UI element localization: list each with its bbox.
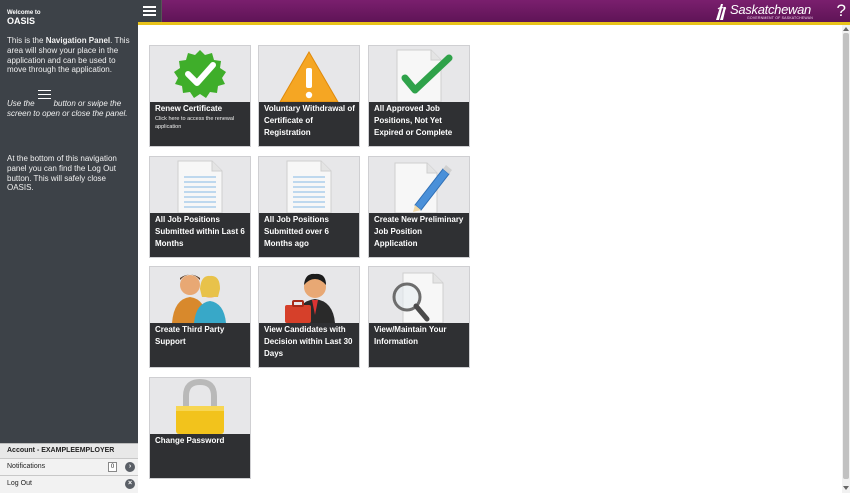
notifications-label: Notifications <box>7 463 46 470</box>
scroll-up-icon[interactable] <box>843 27 849 31</box>
checkmark-badge-icon <box>174 50 226 98</box>
brand-name: Saskatchewan <box>730 2 811 17</box>
tile-label: Create Third Party Support <box>150 323 250 367</box>
nav-help-paragraph-1: This is the Navigation Panel. This area … <box>7 36 130 75</box>
chevron-right-icon[interactable]: › <box>125 462 135 472</box>
tile-label: All Approved Job Positions, Not Yet Expi… <box>369 102 469 146</box>
tile-approved-positions[interactable]: All Approved Job Positions, Not Yet Expi… <box>368 45 470 147</box>
tile-voluntary-withdrawal[interactable]: Voluntary Withdrawal of Certificate of R… <box>258 45 360 147</box>
nav-help-paragraph-3: At the bottom of this navigation panel y… <box>7 154 117 193</box>
padlock-icon <box>176 378 224 434</box>
tile-label: Renew Certificate Click here to access t… <box>150 102 250 146</box>
notifications-row[interactable]: Notifications 0 › <box>0 458 138 475</box>
tile-label: Change Password <box>150 434 250 478</box>
tile-label: View Candidates with Decision within Las… <box>259 323 359 367</box>
document-icon <box>177 160 223 213</box>
brand-subtitle: GOVERNMENT OF SASKATCHEWAN <box>747 16 814 20</box>
logout-row[interactable]: Log Out × <box>0 475 138 493</box>
hamburger-icon <box>37 90 51 99</box>
logout-label: Log Out <box>7 480 32 487</box>
document-check-icon <box>396 49 453 102</box>
nav-help-paragraph-2: Use the button or swipe the screen to ope… <box>7 90 133 119</box>
tile-label: Create New Preliminary Job Position Appl… <box>369 213 469 257</box>
scroll-thumb[interactable] <box>843 33 849 479</box>
tile-view-maintain-information[interactable]: View/Maintain Your Information <box>368 266 470 368</box>
person-briefcase-icon <box>285 273 335 323</box>
tile-view-candidates[interactable]: View Candidates with Decision within Las… <box>258 266 360 368</box>
navigation-panel: Welcome to OASIS This is the Navigation … <box>0 0 138 493</box>
document-icon <box>286 160 332 213</box>
notifications-count-badge: 0 <box>108 462 117 472</box>
tile-positions-over-6-months[interactable]: All Job Positions Submitted over 6 Month… <box>258 156 360 258</box>
warning-icon <box>279 51 339 102</box>
close-icon[interactable]: × <box>125 479 135 489</box>
scroll-down-icon[interactable] <box>843 486 849 490</box>
tile-create-preliminary-application[interactable]: Create New Preliminary Job Position Appl… <box>368 156 470 258</box>
help-button[interactable]: ? <box>837 1 846 21</box>
tile-label: Voluntary Withdrawal of Certificate of R… <box>259 102 359 146</box>
tile-positions-within-6-months[interactable]: All Job Positions Submitted within Last … <box>149 156 251 258</box>
app-root: Welcome to OASIS This is the Navigation … <box>0 0 850 493</box>
brand-logo: Saskatchewan GOVERNMENT OF SASKATCHEWAN <box>714 1 826 21</box>
wheat-logo-icon <box>716 4 727 20</box>
tile-change-password[interactable]: Change Password <box>149 377 251 479</box>
tile-label: All Job Positions Submitted over 6 Month… <box>259 213 359 257</box>
people-icon <box>172 274 226 323</box>
tile-renew-certificate[interactable]: Renew Certificate Click here to access t… <box>149 45 251 147</box>
scrollbar[interactable] <box>842 25 850 493</box>
tile-create-third-party-support[interactable]: Create Third Party Support <box>149 266 251 368</box>
tile-label: All Job Positions Submitted within Last … <box>150 213 250 257</box>
document-pen-icon <box>394 162 452 213</box>
menu-toggle-button[interactable] <box>138 0 162 22</box>
top-header: Saskatchewan GOVERNMENT OF SASKATCHEWAN … <box>138 0 850 25</box>
app-name: OASIS <box>7 16 36 26</box>
account-bar[interactable]: Account - EXAMPLEEMPLOYER <box>0 443 138 458</box>
magnifier-document-icon <box>392 272 444 323</box>
tile-label: View/Maintain Your Information <box>369 323 469 367</box>
